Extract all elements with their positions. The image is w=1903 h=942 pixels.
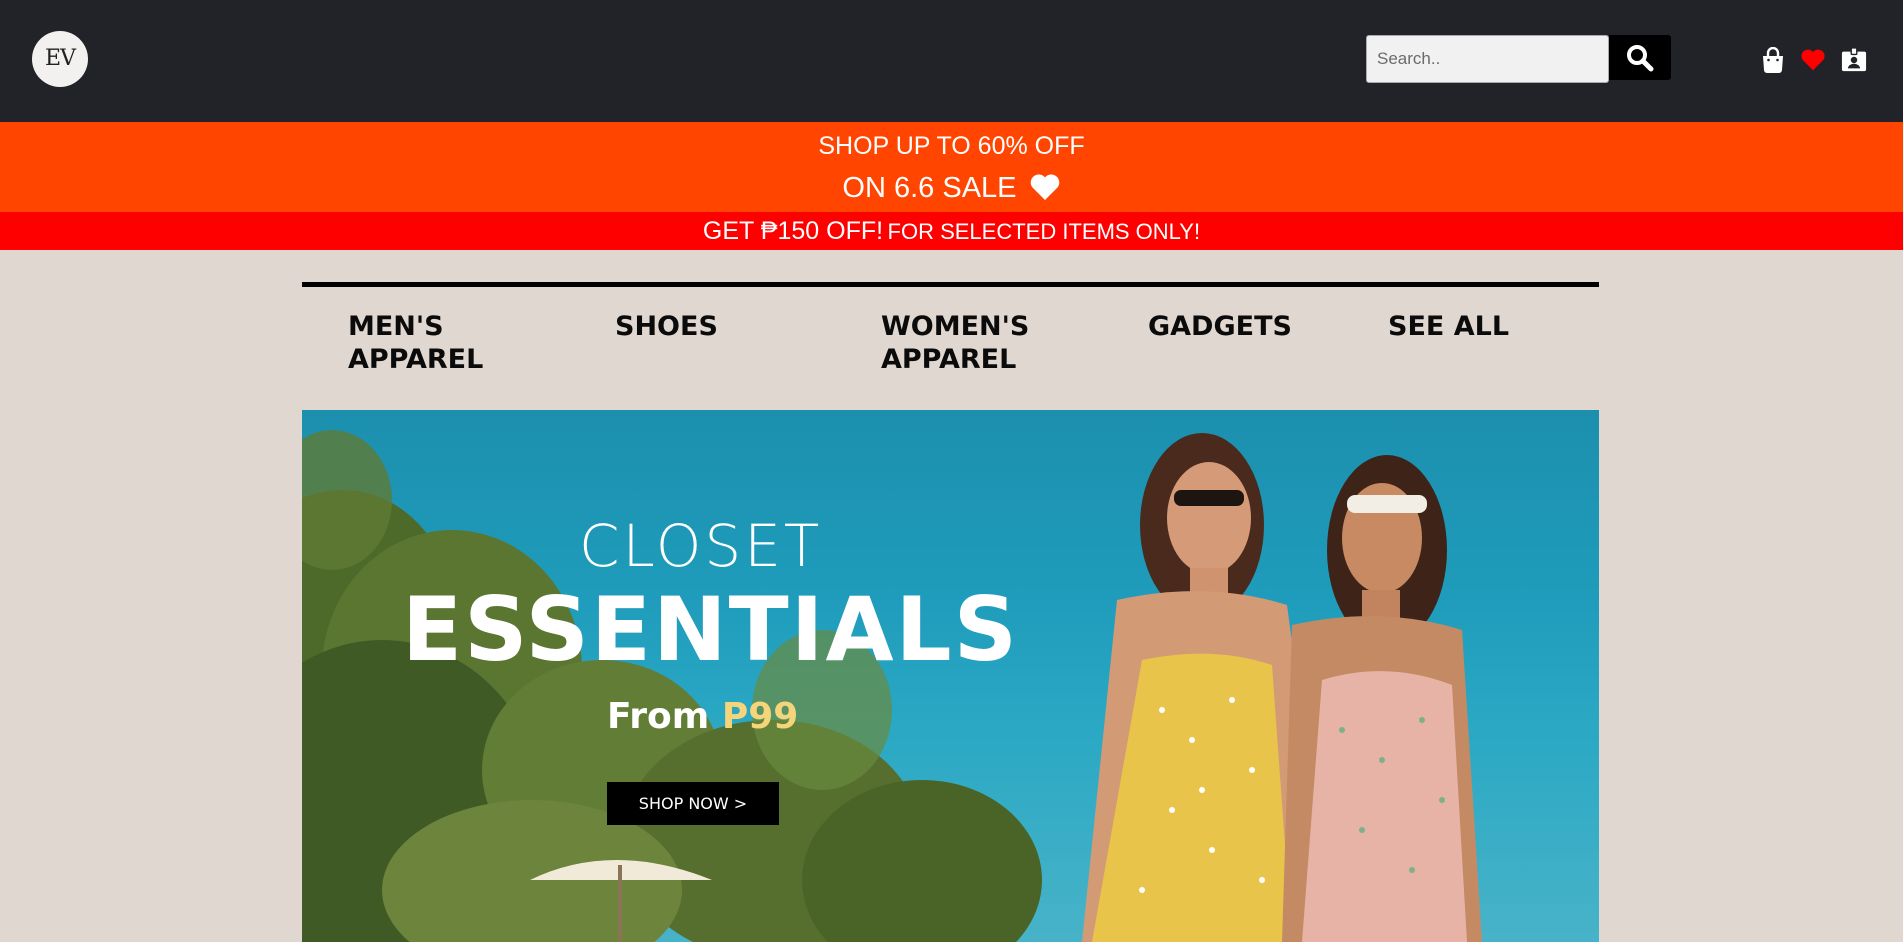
nav-item-see-all[interactable]: SEE ALL	[1388, 310, 1509, 343]
profile-badge-icon	[1841, 47, 1867, 72]
wishlist-button[interactable]	[1800, 46, 1826, 74]
hero-price-line: From P99	[607, 696, 798, 737]
hero-from-label: From	[607, 696, 710, 737]
search-input[interactable]	[1366, 35, 1609, 83]
nav-item-gadgets[interactable]: GADGETS	[1148, 310, 1292, 343]
heart-outline-icon	[1030, 174, 1059, 200]
hero-price: P99	[721, 696, 799, 737]
discount-amount: GET ₱150 OFF!	[702, 217, 884, 245]
brand-logo[interactable]: EV	[32, 31, 88, 87]
nav-item-womens-apparel[interactable]: WOMEN'S APPAREL	[881, 310, 1029, 376]
logo-text: EV	[45, 46, 76, 71]
nav-item-shoes[interactable]: SHOES	[615, 310, 718, 343]
promo-headline: SHOP UP TO 60% OFF	[818, 132, 1085, 160]
heart-icon	[1801, 49, 1825, 71]
search-button[interactable]	[1609, 35, 1671, 80]
hero-banner[interactable]: CLOSET ESSENTIALS From P99 SHOP NOW >	[302, 410, 1599, 942]
promo-subheadline: ON 6.6 SALE	[0, 172, 1903, 204]
nav-item-mens-apparel[interactable]: MEN'S APPAREL	[348, 310, 483, 376]
nav-divider	[302, 282, 1599, 287]
hero-line-closet: CLOSET	[579, 512, 823, 580]
shopping-bag-button[interactable]	[1760, 46, 1786, 74]
promo-sale-text: ON 6.6 SALE	[842, 172, 1017, 204]
discount-strip: GET ₱150 OFF! FOR SELECTED ITEMS ONLY!	[0, 212, 1903, 250]
discount-condition: FOR SELECTED ITEMS ONLY!	[887, 219, 1201, 244]
hero-line-essentials: ESSENTIALS	[402, 578, 1020, 681]
site-header: EV	[0, 0, 1903, 122]
shop-now-button[interactable]: SHOP NOW >	[607, 782, 779, 825]
search-icon	[1627, 44, 1654, 71]
shopping-bag-icon	[1763, 47, 1783, 73]
account-button[interactable]	[1841, 46, 1867, 74]
promo-banner: SHOP UP TO 60% OFF ON 6.6 SALE	[0, 122, 1903, 212]
